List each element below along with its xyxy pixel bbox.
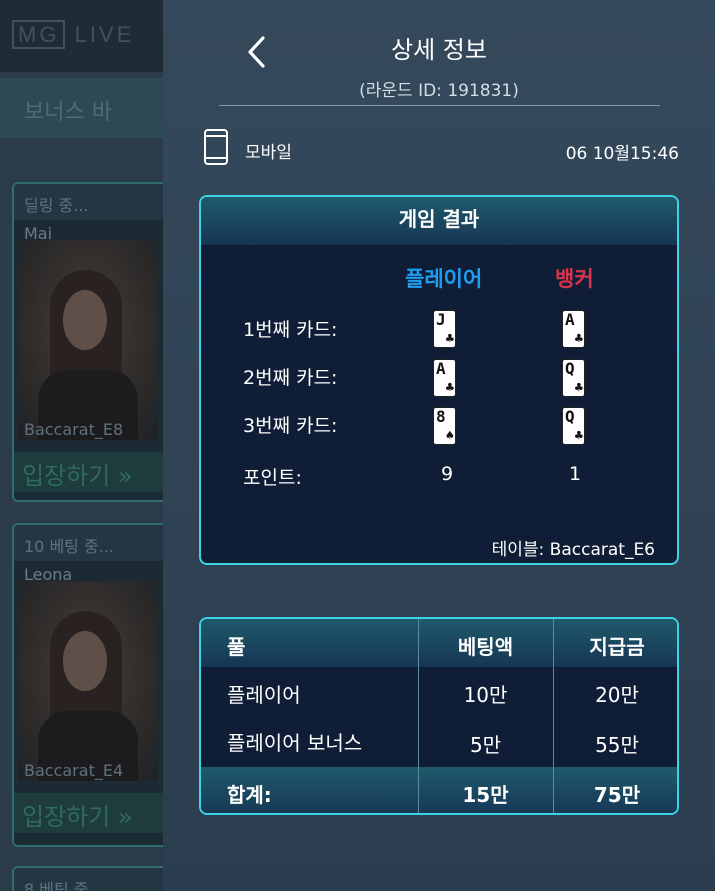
mobile-icon (203, 128, 229, 170)
playing-card: A ♣ (562, 310, 585, 348)
player-points: 9 (441, 463, 454, 485)
total-label: 합계: (227, 783, 272, 807)
bonus-bar[interactable]: 보너스 바 (0, 78, 165, 138)
bet-row-name: 플레이어 보너스 (227, 731, 363, 755)
divider (219, 105, 660, 106)
device-label: 모바일 (245, 143, 292, 163)
playing-card: 8 ♠ (433, 407, 456, 445)
card-row-label: 2번째 카드: (243, 367, 338, 389)
bet-row-name: 플레이어 (227, 683, 301, 707)
mg-live-logo: MG LIVE (12, 20, 135, 49)
bet-row-payout: 20만 (595, 683, 639, 707)
table-name: Baccarat_E8 (24, 420, 124, 439)
player-column-label: 플레이어 (405, 267, 483, 291)
card-row-label: 3번째 카드: (243, 415, 338, 437)
table-card[interactable]: 10 베팅 중... Leona Baccarat_E4 입장하기 » (12, 523, 165, 847)
bet-row-payout: 55만 (595, 733, 639, 757)
playing-card: J ♣ (433, 310, 456, 348)
logo-live: LIVE (74, 22, 135, 47)
playing-card: A ♣ (433, 359, 456, 397)
card-status: 8 베팅 중 (14, 868, 165, 891)
total-bet: 15만 (462, 783, 509, 807)
logo-mg: MG (12, 20, 66, 49)
card-status: 딜링 중... (14, 184, 165, 220)
header-bet-amount: 베팅액 (457, 635, 514, 659)
table-label: 테이블: Baccarat_E6 (491, 540, 655, 560)
lobby-topbar: MG LIVE (0, 0, 165, 72)
banker-column-label: 뱅커 (555, 267, 594, 291)
card-row-label: 1번째 카드: (243, 319, 338, 341)
card-status: 10 베팅 중... (14, 525, 165, 561)
playing-card: Q ♣ (562, 359, 585, 397)
bet-row-amount: 10만 (463, 683, 508, 707)
dealer-photo (18, 240, 158, 440)
bet-row-amount: 5만 (469, 733, 502, 757)
lobby-background: MG LIVE 보너스 바 딜링 중... Mai Baccarat_E8 입장… (0, 0, 165, 891)
datetime: 06 10월15:46 (565, 144, 679, 164)
bets-table: 풀 베팅액 지급금 플레이어 10만 20만 플레이어 보너스 5만 55만 합… (199, 617, 679, 815)
round-id: (라운드 ID: 191831) (359, 81, 519, 101)
header-payout: 지급금 (589, 635, 645, 659)
enter-button[interactable]: 입장하기 » (14, 793, 165, 833)
table-card[interactable]: 딜링 중... Mai Baccarat_E8 입장하기 » (12, 182, 165, 502)
detail-panel: 상세 정보 (라운드 ID: 191831) 모바일 06 10월15:46 게… (163, 0, 715, 891)
game-result-box: 게임 결과 플레이어 뱅커 1번째 카드: J ♣ A ♣ 2번째 카드: A ♣ Q… (199, 195, 679, 565)
table-name: Baccarat_E4 (24, 761, 124, 780)
panel-title: 상세 정보 (391, 36, 487, 64)
total-payout: 75만 (593, 783, 641, 807)
enter-button[interactable]: 입장하기 » (14, 452, 165, 492)
header-pool: 풀 (227, 635, 246, 659)
game-result-header: 게임 결과 (201, 197, 677, 245)
bonus-label: 보너스 바 (24, 100, 112, 125)
playing-card: Q ♣ (562, 407, 585, 445)
banker-points: 1 (569, 463, 582, 485)
points-label: 포인트: (243, 467, 302, 489)
table-card[interactable]: 8 베팅 중 (12, 866, 165, 891)
dealer-photo (18, 581, 158, 781)
